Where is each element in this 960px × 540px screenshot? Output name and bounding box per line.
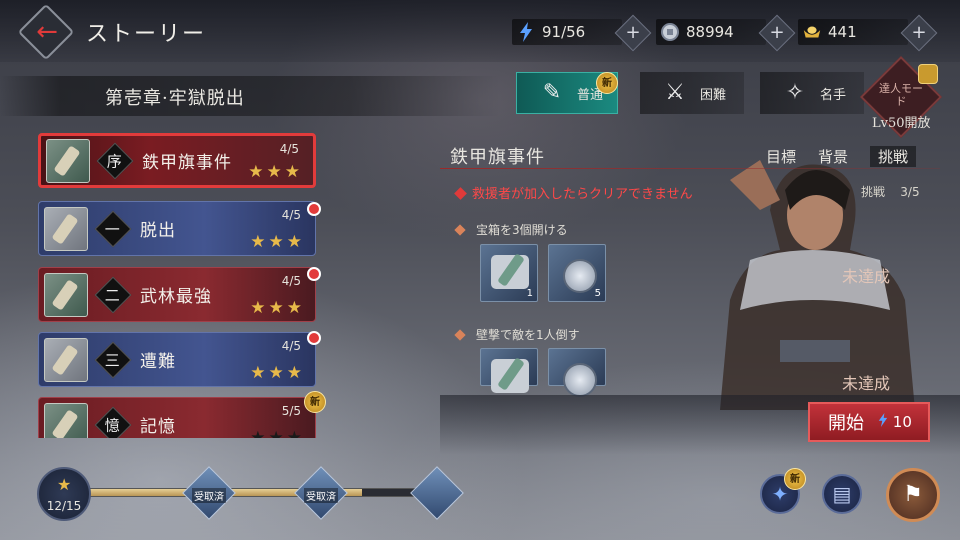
expert-unlock-text: Lv50開放 <box>872 116 931 131</box>
tab-hard-label: 困難 <box>700 87 727 103</box>
objective-2: 壁撃で敵を1人倒す <box>456 326 580 343</box>
chest-status: 受取済 <box>192 488 226 503</box>
chest-status: 受取済 <box>304 488 338 503</box>
stage-name: 脱出 <box>140 221 176 241</box>
stage-thumbnail <box>44 272 88 317</box>
gold-ingot-icon <box>802 22 822 42</box>
stage-number-badge: 三 <box>94 341 132 378</box>
stage-stars: ★★★ <box>250 428 305 438</box>
stage-thumbnail <box>44 206 88 251</box>
new-badge: 新 <box>596 72 618 94</box>
notification-dot <box>307 267 321 281</box>
chapter-banner: 第壱章·牢獄脱出 <box>0 76 500 116</box>
new-badge: 新 <box>304 391 326 413</box>
stage-detail-title: 鉄甲旗事件 <box>450 147 545 168</box>
stage-name: 遭難 <box>140 352 176 372</box>
notification-dot <box>307 202 321 216</box>
warning-text: 救援者が加入したらクリアできません <box>456 183 693 202</box>
stage-stars: ★★★ <box>248 162 303 182</box>
lock-icon <box>918 64 938 84</box>
stage-number-badge: 二 <box>94 276 132 313</box>
silver-counter: 88994 <box>656 19 766 45</box>
stamina-counter: 91/56 <box>512 19 622 45</box>
banner-button[interactable]: ⚑ <box>886 468 940 522</box>
stage-progress: 4/5 <box>279 142 299 156</box>
stage-thumbnail <box>46 138 90 183</box>
stage-progress: 5/5 <box>281 404 301 418</box>
lotus-coin-reward[interactable] <box>548 348 606 397</box>
start-cost: 10 <box>878 413 912 431</box>
lightning-icon <box>878 413 888 427</box>
objective-1: 宝箱を3個開ける <box>456 221 568 238</box>
stage-item-0[interactable]: 序 鉄甲旗事件 4/5 ★★★ <box>38 133 316 188</box>
puzzle-piece-reward[interactable]: 1 <box>480 244 538 302</box>
scroll-button[interactable]: ▤ <box>822 474 862 514</box>
silver-coin-icon <box>660 22 680 42</box>
expert-mode-label: 達人モード <box>879 82 923 108</box>
tab-objective[interactable]: 目標 <box>766 146 796 167</box>
star-progress-bar <box>88 488 440 497</box>
stage-item-4[interactable]: 憶 記憶 5/5 ★★★ <box>38 397 316 438</box>
star-icon: ★ <box>57 475 72 494</box>
stamina-value: 91/56 <box>542 23 586 41</box>
lightning-icon <box>516 22 536 42</box>
stage-thumbnail <box>44 402 88 438</box>
stage-number-badge: 序 <box>96 142 134 179</box>
stage-stars: ★★★ <box>250 298 305 318</box>
stage-number-badge: 一 <box>94 210 132 247</box>
silver-value: 88994 <box>686 23 734 41</box>
challenge-progress: 挑戦 3/5 <box>861 185 920 199</box>
tab-master[interactable]: ✧ 名手 <box>760 72 864 114</box>
tab-background[interactable]: 背景 <box>818 146 848 167</box>
gold-value: 441 <box>828 23 857 41</box>
brush-icon: ✎ <box>542 80 562 105</box>
objective-status: 未達成 <box>842 374 891 393</box>
stage-item-3[interactable]: 三 遭難 4/5 ★★★ <box>38 332 316 387</box>
lotus-coin-reward[interactable]: 5 <box>548 244 606 302</box>
start-label: 開始 <box>828 413 864 434</box>
stage-name: 武林最強 <box>140 287 212 307</box>
stage-progress: 4/5 <box>281 274 301 288</box>
puzzle-piece-reward[interactable] <box>480 348 538 393</box>
new-badge: 新 <box>784 468 806 490</box>
stage-progress: 4/5 <box>281 339 301 353</box>
tab-master-label: 名手 <box>820 87 847 103</box>
stage-name: 鉄甲旗事件 <box>142 153 232 173</box>
start-button[interactable]: 開始 10 <box>808 402 930 442</box>
tab-hard[interactable]: ⚔ 困難 <box>640 72 744 114</box>
stage-thumbnail <box>44 337 88 382</box>
tab-challenge[interactable]: 挑戦 <box>870 146 917 167</box>
stage-list: 序 鉄甲旗事件 4/5 ★★★ 一 脱出 4/5 ★★★ 二 武林最強 4/5 … <box>36 133 321 438</box>
stage-progress: 4/5 <box>281 208 301 222</box>
stage-name: 記憶 <box>140 417 176 437</box>
stage-stars: ★★★ <box>250 363 305 383</box>
back-arrow-icon: ← <box>36 17 58 47</box>
notification-dot <box>307 331 321 345</box>
crossed-sword-icon: ⚔ <box>665 80 685 105</box>
page-title: ストーリー <box>86 22 207 47</box>
gold-counter: 441 <box>798 19 908 45</box>
stage-item-2[interactable]: 二 武林最強 4/5 ★★★ <box>38 267 316 322</box>
dragon-icon: ✧ <box>785 80 805 105</box>
stage-number-badge: 憶 <box>94 406 132 438</box>
chapter-title: 第壱章·牢獄脱出 <box>105 88 245 109</box>
star-count: 12/15 <box>46 499 82 513</box>
divider <box>440 168 940 169</box>
detail-tabs: 目標 背景 挑戦 <box>766 146 917 167</box>
objective-status: 未達成 <box>842 267 891 286</box>
stage-stars: ★★★ <box>250 232 305 252</box>
stage-item-1[interactable]: 一 脱出 4/5 ★★★ <box>38 201 316 256</box>
star-total-badge: ★ 12/15 <box>37 467 91 521</box>
